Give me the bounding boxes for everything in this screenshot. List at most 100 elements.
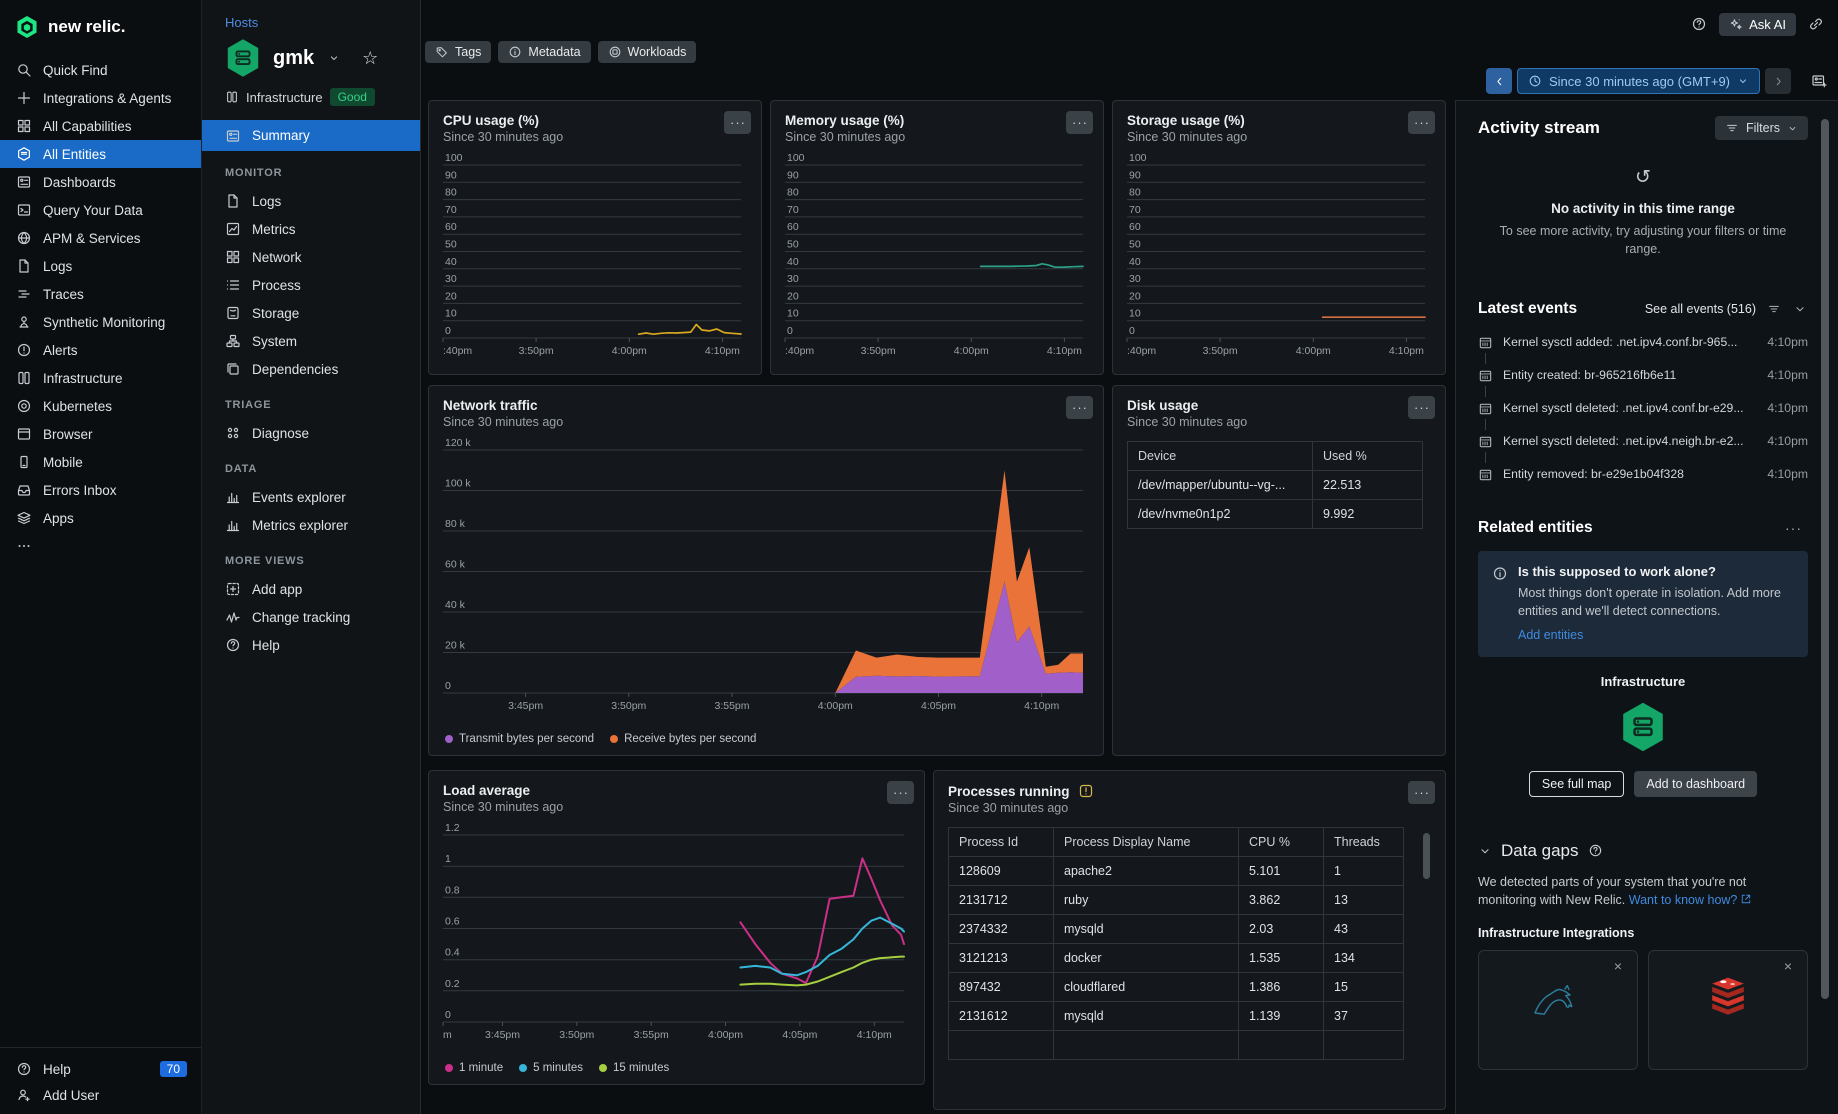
close-icon[interactable]: ×	[1608, 957, 1628, 975]
filters-button[interactable]: Filters	[1715, 116, 1808, 140]
sidebar-item-help[interactable]: Help 70	[0, 1056, 201, 1082]
related-entities-menu-button[interactable]: ···	[1779, 519, 1808, 537]
sidebar-item-more[interactable]	[0, 532, 201, 560]
add-to-dashboard-button[interactable]: Add to dashboard	[1634, 771, 1757, 797]
new-relic-logo[interactable]: new relic.	[0, 0, 201, 40]
workloads-button[interactable]: Workloads	[598, 41, 697, 63]
card-menu-button[interactable]: ···	[724, 111, 751, 134]
sidebar-item-all-entities[interactable]: All Entities	[0, 140, 201, 168]
time-range-picker[interactable]: Since 30 minutes ago (GMT+9)	[1517, 68, 1760, 94]
host-nav-item-storage[interactable]: Storage	[202, 299, 420, 327]
time-forward-button[interactable]	[1765, 68, 1791, 94]
host-nav-item-logs[interactable]: Logs	[202, 187, 420, 215]
card-menu-button[interactable]: ···	[1066, 396, 1093, 419]
favorite-star-icon[interactable]: ☆	[362, 48, 378, 69]
event-row[interactable]: Kernel sysctl added: .net.ipv4.conf.br-9…	[1478, 330, 1808, 363]
host-nav-item-add-app[interactable]: Add app	[202, 575, 420, 603]
table-row[interactable]: 2131712ruby3.86213	[949, 886, 1404, 915]
related-entity-hexagon-icon[interactable]	[1620, 701, 1666, 753]
column-header[interactable]: Process Display Name	[1054, 828, 1239, 857]
legend-item[interactable]: Receive bytes per second	[610, 733, 756, 745]
want-to-know-how-link[interactable]: Want to know how?	[1629, 891, 1738, 910]
sidebar-item-query-your-data[interactable]: Query Your Data	[0, 196, 201, 224]
host-nav-item-change-tracking[interactable]: Change tracking	[202, 603, 420, 631]
host-nav-item-dependencies[interactable]: Dependencies	[202, 355, 420, 383]
host-nav-item-diagnose[interactable]: Diagnose	[202, 419, 420, 447]
sidebar-item-apps[interactable]: Apps	[0, 504, 201, 532]
host-nav-item-metrics-explorer[interactable]: Metrics explorer	[202, 511, 420, 539]
table-row[interactable]: 128609apache25.1011	[949, 857, 1404, 886]
breadcrumb-hosts[interactable]: Hosts	[225, 15, 420, 30]
table-row[interactable]: 2374332mysqld2.0343	[949, 915, 1404, 944]
host-nav-item-process[interactable]: Process	[202, 271, 420, 299]
host-nav-item-summary[interactable]: Summary	[202, 120, 420, 151]
column-header[interactable]: Threads	[1324, 828, 1404, 857]
copy-link-button[interactable]	[1804, 12, 1828, 36]
host-nav-item-metrics[interactable]: Metrics	[202, 215, 420, 243]
see-all-events-link[interactable]: See all events (516)	[1645, 302, 1756, 316]
sidebar-item-integrations-agents[interactable]: Integrations & Agents	[0, 84, 201, 112]
legend-item[interactable]: 5 minutes	[519, 1062, 583, 1074]
redis-integration-card[interactable]: ×	[1648, 950, 1808, 1070]
sidebar-item-alerts[interactable]: Alerts	[0, 336, 201, 364]
help-icon[interactable]	[1588, 843, 1603, 858]
table-scrollbar[interactable]	[1423, 833, 1430, 879]
add-to-dashboard-icon-button[interactable]	[1804, 68, 1834, 94]
column-header[interactable]: Process Id	[949, 828, 1054, 857]
sidebar-item-add-user[interactable]: Add User	[0, 1082, 201, 1108]
close-icon[interactable]: ×	[1778, 957, 1798, 975]
table-row[interactable]: /dev/mapper/ubuntu--vg-...22.513	[1128, 471, 1423, 500]
filter-icon[interactable]	[1766, 302, 1782, 316]
legend-item[interactable]: 1 minute	[445, 1062, 503, 1074]
sidebar-item-kubernetes[interactable]: Kubernetes	[0, 392, 201, 420]
sidebar-item-quick-find[interactable]: Quick Find	[0, 56, 201, 84]
table-row[interactable]: 2131612mysqld1.13937	[949, 1002, 1404, 1031]
table-row[interactable]: 897432cloudflared1.38615	[949, 973, 1404, 1002]
event-row[interactable]: Entity created: br-965216fb6e11 4:10pm	[1478, 363, 1808, 396]
sidebar-item-browser[interactable]: Browser	[0, 420, 201, 448]
chevron-down-icon[interactable]	[326, 52, 342, 64]
host-nav-item-system[interactable]: System	[202, 327, 420, 355]
card-menu-button[interactable]: ···	[1066, 111, 1093, 134]
sidebar-item-mobile[interactable]: Mobile	[0, 448, 201, 476]
sidebar-item-synthetic-monitoring[interactable]: Synthetic Monitoring	[0, 308, 201, 336]
card-menu-button[interactable]: ···	[1408, 781, 1435, 804]
sidebar-item-apm-services[interactable]: APM & Services	[0, 224, 201, 252]
metadata-button[interactable]: Metadata	[498, 41, 590, 63]
load-average-chart[interactable]: 00.20.40.60.811.2m3:45pm3:50pm3:55pm4:00…	[441, 821, 912, 1048]
event-row[interactable]: Entity removed: br-e29e1b04f328 4:10pm	[1478, 462, 1808, 495]
sidebar-item-errors-inbox[interactable]: Errors Inbox	[0, 476, 201, 504]
column-header[interactable]: CPU %	[1239, 828, 1324, 857]
scrollbar[interactable]	[1821, 119, 1829, 999]
tags-button[interactable]: Tags	[425, 41, 491, 63]
host-nav-item-network[interactable]: Network	[202, 243, 420, 271]
sidebar-item-all-capabilities[interactable]: All Capabilities	[0, 112, 201, 140]
host-nav-item-help[interactable]: Help	[202, 631, 420, 659]
ask-ai-button[interactable]: Ask AI	[1719, 13, 1796, 36]
network-traffic-chart[interactable]: 020 k40 k60 k80 k100 k120 k3:45pm3:50pm3…	[441, 436, 1091, 719]
sidebar-item-dashboards[interactable]: Dashboards	[0, 168, 201, 196]
warning-icon[interactable]	[1078, 783, 1094, 799]
add-entities-link[interactable]: Add entities	[1518, 628, 1583, 642]
storage-usage-chart[interactable]: 0102030405060708090100:40pm3:50pm4:00pm4…	[1125, 151, 1433, 364]
card-menu-button[interactable]: ···	[887, 781, 914, 804]
host-nav-item-events-explorer[interactable]: Events explorer	[202, 483, 420, 511]
legend-item[interactable]: 15 minutes	[599, 1062, 669, 1074]
table-row[interactable]: 3121213docker1.535134	[949, 944, 1404, 973]
sidebar-item-infrastructure[interactable]: Infrastructure	[0, 364, 201, 392]
event-row[interactable]: Kernel sysctl deleted: .net.ipv4.neigh.b…	[1478, 429, 1808, 462]
mysql-integration-card[interactable]: ×	[1478, 950, 1638, 1070]
legend-item[interactable]: Transmit bytes per second	[445, 733, 594, 745]
cpu-usage-chart[interactable]: 0102030405060708090100:40pm3:50pm4:00pm4…	[441, 151, 749, 364]
collapse-chevron-icon[interactable]	[1478, 844, 1492, 858]
table-row[interactable]: /dev/nvme0n1p29.992	[1128, 500, 1423, 529]
chevron-down-icon[interactable]	[1792, 302, 1808, 316]
card-menu-button[interactable]: ···	[1408, 396, 1435, 419]
see-full-map-button[interactable]: See full map	[1529, 771, 1624, 797]
memory-usage-chart[interactable]: 0102030405060708090100:40pm3:50pm4:00pm4…	[783, 151, 1091, 364]
event-row[interactable]: Kernel sysctl deleted: .net.ipv4.conf.br…	[1478, 396, 1808, 429]
column-header[interactable]: Device	[1128, 442, 1313, 471]
sidebar-item-traces[interactable]: Traces	[0, 280, 201, 308]
help-circle-button[interactable]	[1687, 12, 1711, 36]
sidebar-item-logs[interactable]: Logs	[0, 252, 201, 280]
